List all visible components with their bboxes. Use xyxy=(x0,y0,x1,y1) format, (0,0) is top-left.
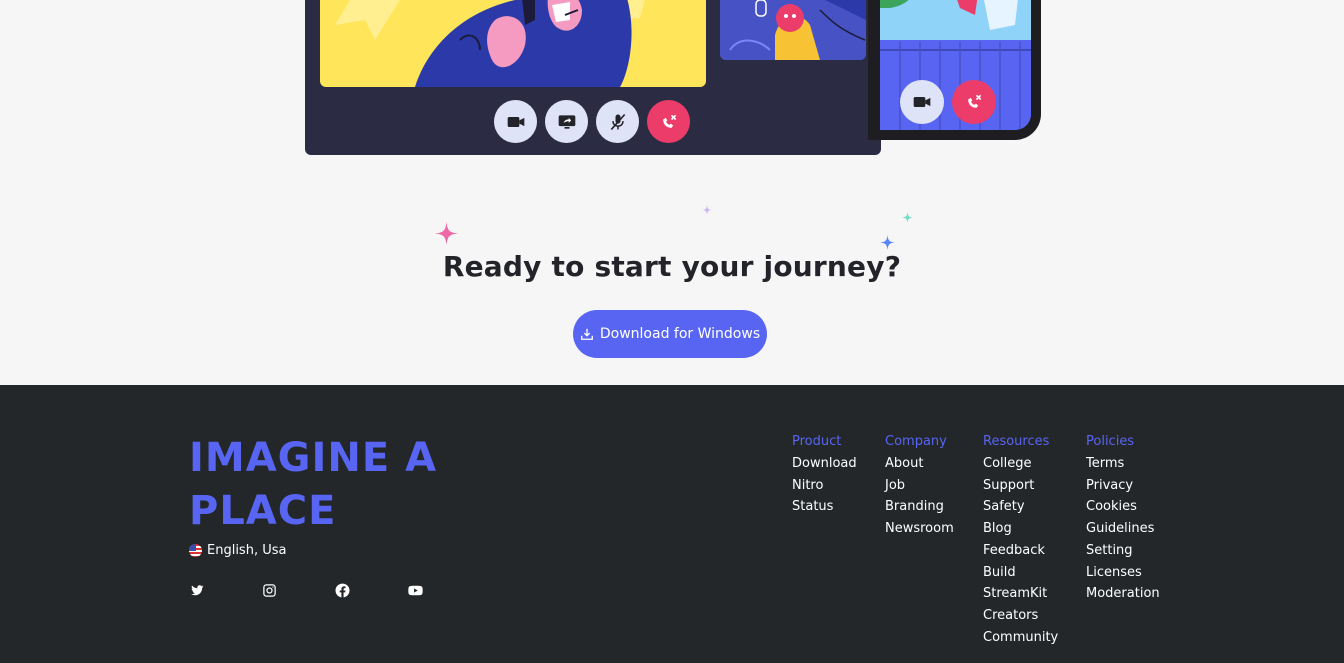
footer-link[interactable]: Feedback xyxy=(983,540,1058,562)
footer-link[interactable]: Support xyxy=(983,475,1058,497)
call-controls xyxy=(494,100,690,143)
twitter-link[interactable] xyxy=(189,581,262,599)
sparkle-icon xyxy=(880,235,895,250)
column-heading: Company xyxy=(885,434,947,449)
footer-link[interactable]: Status xyxy=(792,496,857,518)
mobile-call-window xyxy=(868,0,1041,140)
footer-link[interactable]: Branding xyxy=(885,496,954,518)
language-selector[interactable]: English, Usa xyxy=(189,543,286,558)
footer-link[interactable]: Privacy xyxy=(1086,475,1160,497)
column-heading: Resources xyxy=(983,434,1050,449)
footer-link[interactable]: Job xyxy=(885,475,954,497)
youtube-icon xyxy=(408,585,423,595)
footer: IMAGINE A PLACE English, Usa Product Dow… xyxy=(0,385,1344,663)
footer-link[interactable]: Newsroom xyxy=(885,518,954,540)
instagram-icon xyxy=(263,583,276,597)
column-heading: Policies xyxy=(1086,434,1135,449)
download-button[interactable]: Download for Windows xyxy=(573,310,767,358)
video-camera-icon xyxy=(507,116,524,127)
download-button-label: Download for Windows xyxy=(599,326,761,342)
facebook-link[interactable] xyxy=(335,581,408,599)
footer-column-resources: Resources College Support Safety Blog Fe… xyxy=(983,432,1058,648)
footer-link[interactable]: Download xyxy=(792,453,857,475)
footer-link[interactable]: College xyxy=(983,453,1058,475)
facebook-icon xyxy=(335,583,350,597)
footer-brand: IMAGINE A PLACE xyxy=(189,435,438,534)
download-icon xyxy=(580,328,593,340)
footer-link[interactable]: Licenses xyxy=(1086,562,1160,584)
mobile-video-tile xyxy=(880,0,1031,130)
desktop-call-window xyxy=(305,0,881,155)
hang-up-button[interactable] xyxy=(647,100,690,143)
footer-link[interactable]: Community xyxy=(983,627,1058,649)
mobile-video-camera-button[interactable] xyxy=(900,80,944,124)
video-camera-button[interactable] xyxy=(494,100,537,143)
mobile-call-controls xyxy=(900,80,996,124)
sparkle-icon xyxy=(902,212,913,223)
instagram-link[interactable] xyxy=(262,581,335,599)
footer-link[interactable]: Setting xyxy=(1086,540,1160,562)
hang-up-icon xyxy=(662,114,676,128)
footer-link[interactable]: Cookies xyxy=(1086,496,1160,518)
hero-illustration xyxy=(0,0,1344,200)
footer-link[interactable]: Blog xyxy=(983,518,1058,540)
language-label: English, Usa xyxy=(207,543,287,558)
social-links xyxy=(189,581,481,599)
footer-link[interactable]: Terms xyxy=(1086,453,1160,475)
us-flag-icon xyxy=(189,544,202,557)
screen-share-button[interactable] xyxy=(545,100,588,143)
footer-link[interactable]: Creators xyxy=(983,605,1058,627)
footer-link[interactable]: Safety xyxy=(983,496,1058,518)
column-heading: Product xyxy=(792,434,842,449)
footer-link[interactable]: Nitro xyxy=(792,475,857,497)
footer-link[interactable]: StreamKit xyxy=(983,583,1058,605)
mute-button[interactable] xyxy=(596,100,639,143)
hang-up-icon xyxy=(968,94,982,108)
cta-heading: Ready to start your journey? xyxy=(442,250,902,283)
footer-link[interactable]: About xyxy=(885,453,954,475)
video-camera-icon xyxy=(913,97,931,107)
side-video-tile xyxy=(720,0,866,60)
footer-link[interactable]: Build xyxy=(983,562,1058,584)
main-video-tile xyxy=(320,0,706,87)
youtube-link[interactable] xyxy=(408,581,481,599)
microphone-muted-icon xyxy=(610,113,625,130)
sparkle-icon xyxy=(435,222,458,245)
footer-link[interactable]: Guidelines xyxy=(1086,518,1160,540)
twitter-icon xyxy=(191,584,204,595)
footer-column-company: Company About Job Branding Newsroom xyxy=(885,432,954,540)
footer-column-product: Product Download Nitro Status xyxy=(792,432,857,518)
footer-link[interactable]: Moderation xyxy=(1086,583,1160,605)
screen-share-icon xyxy=(558,114,575,129)
footer-column-policies: Policies Terms Privacy Cookies Guideline… xyxy=(1086,432,1160,605)
mobile-hang-up-button[interactable] xyxy=(952,80,996,124)
sparkle-icon xyxy=(702,205,712,215)
